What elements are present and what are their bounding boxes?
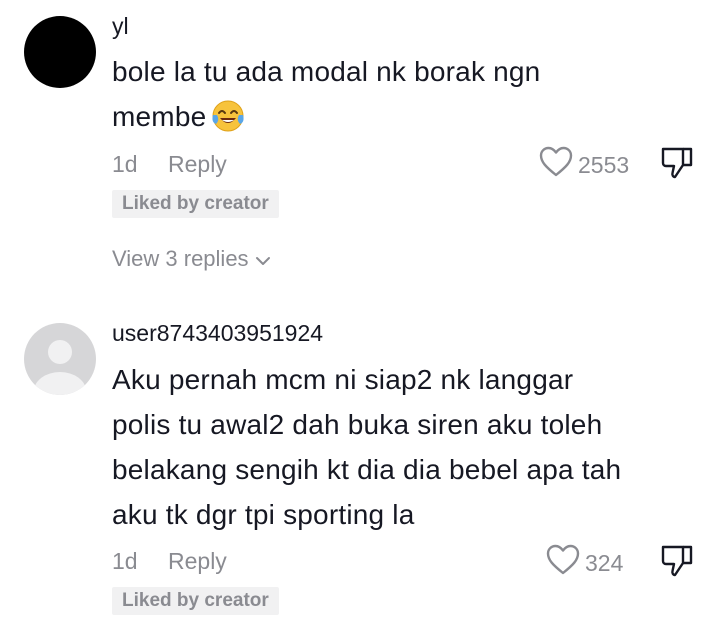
avatar[interactable]	[24, 16, 96, 88]
like-button[interactable]: 2553	[538, 145, 629, 184]
like-count: 324	[585, 549, 624, 576]
comment-text-line: aku tk dgr tpi sporting la	[112, 499, 415, 530]
reply-button[interactable]: Reply	[168, 150, 227, 178]
chevron-down-icon	[249, 245, 271, 273]
heart-icon	[545, 543, 581, 582]
thumbs-down-icon[interactable]	[660, 543, 694, 584]
comment-text-line: belakang sengih kt dia dia bebel apa tah	[112, 454, 622, 485]
comment-text-line: bole la tu ada modal nk borak ngn	[112, 56, 541, 87]
comment-time: 1d	[112, 151, 138, 177]
like-count: 2553	[578, 151, 630, 178]
like-button[interactable]: 324	[545, 543, 623, 582]
comment-text-fragment: membe	[112, 101, 207, 132]
face-with-tears-of-joy-icon	[210, 98, 246, 147]
comment-text-line: membe	[112, 94, 702, 147]
avatar[interactable]	[24, 323, 96, 395]
thumbs-down-icon[interactable]	[660, 145, 694, 186]
comment-text-line: Aku pernah mcm ni siap2 nk langgar	[112, 364, 574, 395]
liked-by-creator-badge: Liked by creator	[112, 587, 279, 615]
reply-button[interactable]: Reply	[168, 547, 227, 575]
comment-text: bole la tu ada modal nk borak ngn membe	[112, 49, 702, 147]
view-replies-button[interactable]: View 3 replies	[112, 245, 271, 273]
comment-username[interactable]: yl	[112, 12, 129, 40]
comment-username[interactable]: user8743403951924	[112, 319, 323, 347]
view-replies-label: View 3 replies	[112, 246, 249, 271]
comment-text-line: polis tu awal2 dah buka siren aku toleh	[112, 409, 603, 440]
heart-icon	[538, 145, 574, 184]
comment-text: Aku pernah mcm ni siap2 nk langgar polis…	[112, 357, 702, 537]
comment-time: 1d	[112, 548, 138, 574]
liked-by-creator-badge: Liked by creator	[112, 190, 279, 218]
